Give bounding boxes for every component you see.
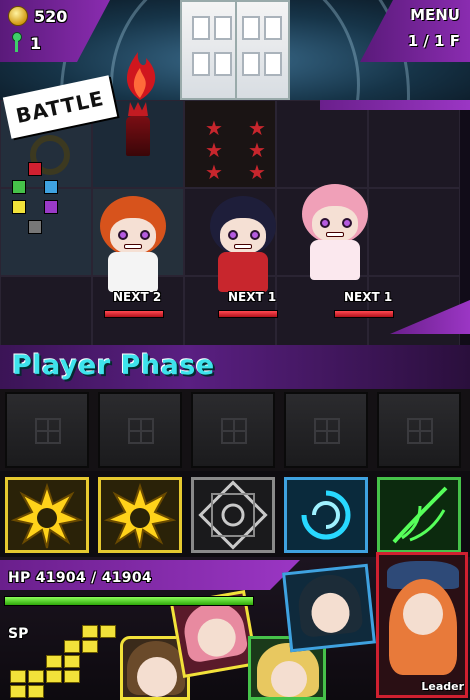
light-skill-1[interactable] [5, 477, 89, 553]
wood-skill[interactable] [377, 477, 461, 553]
light-burst-icon [10, 482, 84, 549]
water-skill[interactable] [284, 477, 368, 553]
key-icon [8, 32, 24, 54]
key-amount: 1 [30, 33, 42, 53]
light-burst-icon [103, 482, 177, 549]
enemy-3-hp-bar [334, 310, 394, 318]
dark-sigil-icon [198, 480, 268, 550]
action-slot-2[interactable] [98, 392, 182, 468]
leader-label: Leader [421, 680, 464, 693]
phase-label: Player Phase [12, 350, 215, 381]
enemy-1-next-label: NEXT 2 [113, 290, 162, 304]
sp-label: SP [8, 626, 29, 642]
enemy-3-next-label: NEXT 1 [344, 290, 393, 304]
enemy-2-next-label: NEXT 1 [228, 290, 277, 304]
dark-skill[interactable] [191, 477, 275, 553]
enemy-2[interactable] [200, 196, 286, 296]
floor-indicator: 1 / 1 F [407, 32, 460, 50]
member-dark[interactable] [282, 563, 376, 653]
light-skill-2[interactable] [98, 477, 182, 553]
water-order-icon [44, 180, 58, 194]
turn-order-icons [12, 162, 58, 236]
dark-order-icon [44, 200, 58, 214]
gold-amount: 520 [34, 6, 68, 26]
menu-button[interactable]: MENU [410, 6, 460, 24]
water-swirl-icon [301, 490, 351, 540]
member-leader[interactable] [376, 552, 468, 698]
party-hp-bar [4, 596, 254, 606]
action-slot-1[interactable] [5, 392, 89, 468]
gold-coin-icon [8, 6, 28, 26]
neutral-order-icon [28, 220, 42, 234]
action-slot-4[interactable] [284, 392, 368, 468]
gold-counter: 520 [8, 6, 67, 26]
red-flame-icon [126, 52, 156, 100]
enemy-3[interactable] [292, 184, 378, 284]
mansion-door [180, 0, 290, 100]
enemy-1[interactable] [90, 196, 176, 296]
chess-piece-icon [118, 102, 158, 158]
enemy-2-hp-bar [218, 310, 278, 318]
light-order-icon [12, 200, 26, 214]
party-hp-label: HP 41904 / 41904 [8, 570, 152, 586]
key-counter: 1 [8, 32, 41, 54]
action-slot-3[interactable] [191, 392, 275, 468]
action-slot-5[interactable] [377, 392, 461, 468]
wood-leaf-icon [392, 486, 448, 544]
wood-order-icon [12, 180, 26, 194]
fire-order-icon [28, 162, 42, 176]
enemy-1-hp-bar [104, 310, 164, 318]
